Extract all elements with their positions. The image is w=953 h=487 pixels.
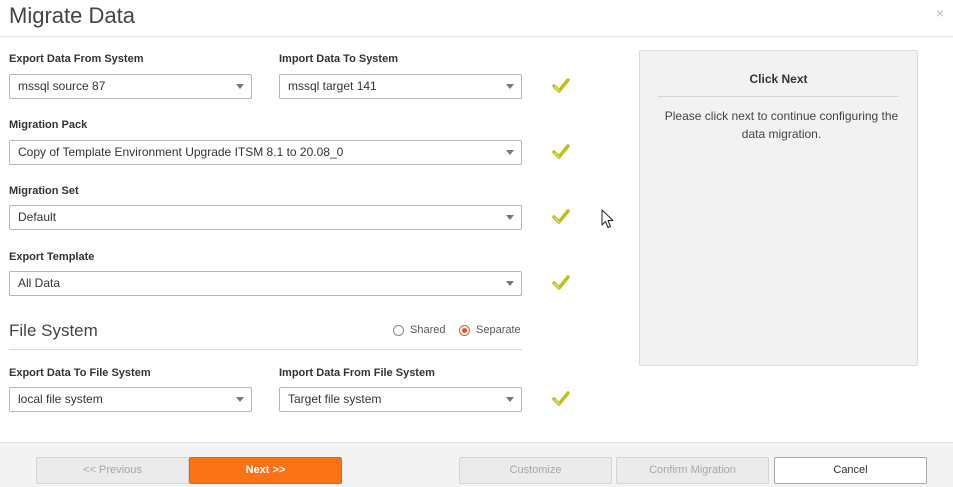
- next-button[interactable]: Next >>: [189, 457, 342, 484]
- chevron-down-icon: [506, 150, 514, 155]
- radio-separate-label: Separate: [476, 324, 521, 336]
- radio-separate-option[interactable]: Separate: [459, 324, 521, 336]
- check-icon: [552, 144, 570, 159]
- check-icon: [552, 275, 570, 290]
- chevron-down-icon: [506, 84, 514, 89]
- help-panel: Click Next Please click next to continue…: [639, 50, 918, 366]
- section-divider: [9, 349, 522, 350]
- migration-pack-value: Copy of Template Environment Upgrade ITS…: [18, 145, 344, 159]
- customize-button[interactable]: Customize: [459, 457, 612, 484]
- dialog-footer: << Previous Next >> Customize Confirm Mi…: [0, 442, 953, 487]
- cancel-button[interactable]: Cancel: [774, 457, 927, 484]
- import-system-select[interactable]: mssql target 141: [279, 74, 522, 99]
- migration-set-value: Default: [18, 210, 57, 224]
- radio-shared-label: Shared: [410, 324, 446, 336]
- cursor-icon: [601, 209, 614, 228]
- export-fs-label: Export Data To File System: [9, 367, 151, 379]
- file-system-title: File System: [9, 321, 98, 340]
- title-divider: [0, 36, 953, 37]
- migration-pack-label: Migration Pack: [9, 119, 88, 131]
- export-system-value: mssql source 87: [18, 79, 106, 93]
- migration-pack-select[interactable]: Copy of Template Environment Upgrade ITS…: [9, 140, 522, 165]
- migration-set-label: Migration Set: [9, 185, 79, 197]
- help-text: Please click next to continue configurin…: [664, 109, 899, 141]
- import-fs-value: Target file system: [288, 392, 382, 406]
- import-system-label: Import Data To System: [279, 53, 398, 65]
- export-template-label: Export Template: [9, 251, 95, 263]
- help-divider: [658, 96, 899, 97]
- radio-separate[interactable]: [459, 324, 470, 336]
- check-icon: [552, 391, 570, 406]
- export-fs-value: local file system: [18, 392, 103, 406]
- chevron-down-icon: [236, 84, 244, 89]
- export-system-select[interactable]: mssql source 87: [9, 74, 252, 99]
- export-system-label: Export Data From System: [9, 53, 144, 65]
- radio-shared[interactable]: [393, 324, 404, 336]
- radio-shared-option[interactable]: Shared: [393, 324, 445, 336]
- import-fs-label: Import Data From File System: [279, 367, 435, 379]
- confirm-migration-button[interactable]: Confirm Migration: [616, 457, 769, 484]
- chevron-down-icon: [506, 397, 514, 402]
- import-fs-select[interactable]: Target file system: [279, 387, 522, 412]
- chevron-down-icon: [506, 281, 514, 286]
- check-icon: [552, 78, 570, 93]
- export-template-value: All Data: [18, 276, 61, 290]
- close-icon[interactable]: ×: [936, 5, 944, 21]
- help-title: Click Next: [749, 72, 808, 86]
- export-template-select[interactable]: All Data: [9, 271, 522, 296]
- migration-set-select[interactable]: Default: [9, 205, 522, 230]
- dialog-title: Migrate Data: [9, 3, 135, 28]
- previous-button[interactable]: << Previous: [36, 457, 189, 484]
- import-system-value: mssql target 141: [288, 79, 377, 93]
- chevron-down-icon: [236, 397, 244, 402]
- chevron-down-icon: [506, 215, 514, 220]
- export-fs-select[interactable]: local file system: [9, 387, 252, 412]
- check-icon: [552, 209, 570, 224]
